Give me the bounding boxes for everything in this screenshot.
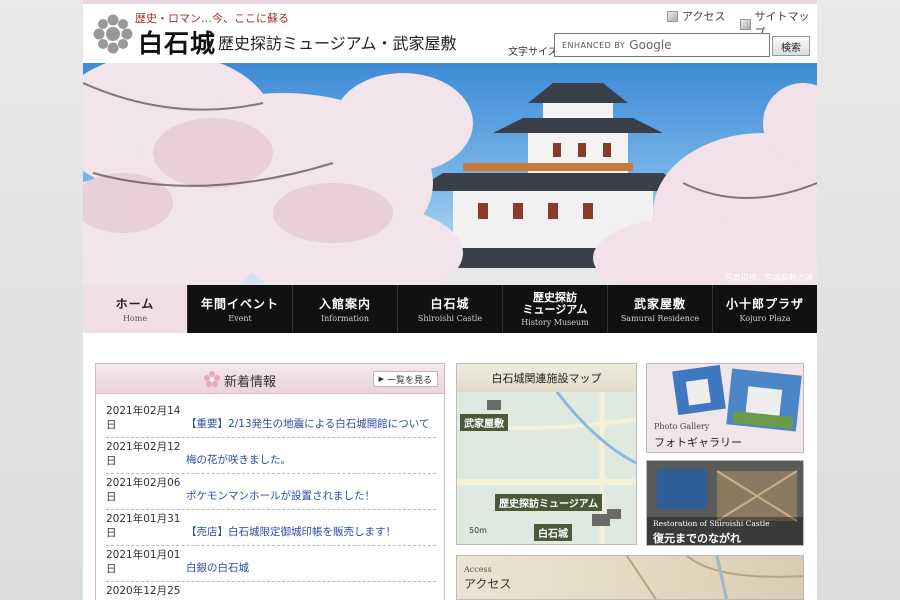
hero-image: 写真提供：宮城県観光課 <box>83 63 817 285</box>
access-english-label: Access <box>464 565 492 574</box>
search-enhanced-label: ENHANCED BY <box>562 40 626 50</box>
news-more-button[interactable]: ▶ 一覧を見る <box>372 371 438 387</box>
cherry-blossom-icon <box>204 371 220 387</box>
access-banner[interactable]: Access アクセス <box>456 555 804 600</box>
news-item: 2021年01月31日 【売店】白石城限定御城印帳を販売します！ <box>106 510 436 546</box>
nav-history-museum[interactable]: 歴史探訪 ミュージアム History Museum <box>503 285 608 333</box>
nav-information[interactable]: 入館案内 Information <box>293 285 398 333</box>
nav-shiroishi-castle[interactable]: 白石城 Shiroishi Castle <box>398 285 503 333</box>
site-logo-subtitle[interactable]: ・歴史探訪ミュージアム・武家屋敷 <box>202 30 457 54</box>
news-date: 2021年02月12日 <box>106 441 181 467</box>
news-date: 2021年02月14日 <box>106 405 181 431</box>
map-title: 白石城関連施設マップ <box>457 364 636 392</box>
photo-credit: 写真提供：宮城県観光課 <box>725 273 813 282</box>
news-item: 2021年02月14日 【重要】2/13発生の地震による白石城開館について <box>106 402 436 438</box>
restoration-japanese-label: 復元までのながれ <box>653 532 741 545</box>
nav-kojuro-plaza[interactable]: 小十郎プラザ Kojuro Plaza <box>713 285 817 333</box>
gallery-japanese-label: フォトギャラリー <box>654 436 742 449</box>
news-header: 新着情報 ▶ 一覧を見る <box>96 364 444 394</box>
news-link[interactable]: 白銀の白石城 <box>186 560 249 575</box>
google-brand-label: Google <box>629 38 672 52</box>
map-label-castle[interactable]: 白石城 <box>534 524 572 541</box>
font-size-label[interactable]: 文字サイズ <box>508 43 558 58</box>
news-list: 2021年02月14日 【重要】2/13発生の地震による白石城開館について 20… <box>106 402 436 600</box>
news-item: 2021年02月12日 梅の花が咲きました。 <box>106 438 436 474</box>
map-label-museum[interactable]: 歴史探訪ミュージアム <box>495 494 603 511</box>
news-date: 2021年01月31日 <box>106 513 181 539</box>
map-label-samurai[interactable]: 武家屋敷 <box>460 414 508 431</box>
main-nav: ホーム Home 年間イベント Event 入館案内 Information 白… <box>83 285 817 333</box>
cube-icon <box>667 10 678 22</box>
search-input[interactable]: ENHANCED BY Google <box>554 33 770 57</box>
cube-icon <box>740 18 751 30</box>
facility-map[interactable]: 白石城関連施設マップ 武家屋敷 歴史探訪ミュージアム 白石城 50m <box>456 363 637 545</box>
gallery-english-label: Photo Gallery <box>654 422 710 431</box>
news-date: 2020年12月25日 <box>106 585 181 600</box>
search-button[interactable]: 検索 <box>772 36 810 56</box>
news-link[interactable]: 梅の花が咲きました。 <box>186 452 291 467</box>
news-item: 2021年01月01日 白銀の白石城 <box>106 546 436 582</box>
kuyo-crest-icon <box>93 14 133 54</box>
access-link[interactable]: アクセス <box>667 8 725 24</box>
news-link[interactable]: 【重要】2/13発生の地震による白石城開館について <box>186 416 429 431</box>
news-item: 2020年12月25日 <box>106 582 436 600</box>
photo-gallery-banner[interactable]: Photo Gallery フォトギャラリー <box>646 363 804 453</box>
nav-home[interactable]: ホーム Home <box>83 285 188 333</box>
news-link[interactable]: 【売店】白石城限定御城印帳を販売します！ <box>186 524 396 539</box>
restoration-english-label: Restoration of Shiroishi Castle <box>653 519 770 528</box>
news-date: 2021年01月01日 <box>106 549 181 575</box>
page: 歴史・ロマン…今、ここに蘇る 白石城 ・歴史探訪ミュージアム・武家屋敷 アクセス… <box>83 0 817 600</box>
news-item: 2021年02月06日 ポケモンマンホールが設置されました！ <box>106 474 436 510</box>
news-panel: 新着情報 ▶ 一覧を見る 2021年02月14日 【重要】2/13発生の地震によ… <box>95 363 445 600</box>
news-date: 2021年02月06日 <box>106 477 181 503</box>
top-accent-line <box>83 0 817 4</box>
access-japanese-label: アクセス <box>464 577 512 591</box>
news-title: 新着情報 <box>224 375 277 390</box>
map-scale: 50m <box>469 526 487 535</box>
restoration-banner[interactable]: Restoration of Shiroishi Castle 復元までのながれ <box>646 460 804 546</box>
nav-event[interactable]: 年間イベント Event <box>188 285 293 333</box>
castle-cherry-blossom-illustration <box>83 63 817 285</box>
play-arrow-icon: ▶ <box>378 375 384 383</box>
news-link[interactable]: ポケモンマンホールが設置されました！ <box>186 488 375 503</box>
nav-samurai-residence[interactable]: 武家屋敷 Samurai Residence <box>608 285 713 333</box>
